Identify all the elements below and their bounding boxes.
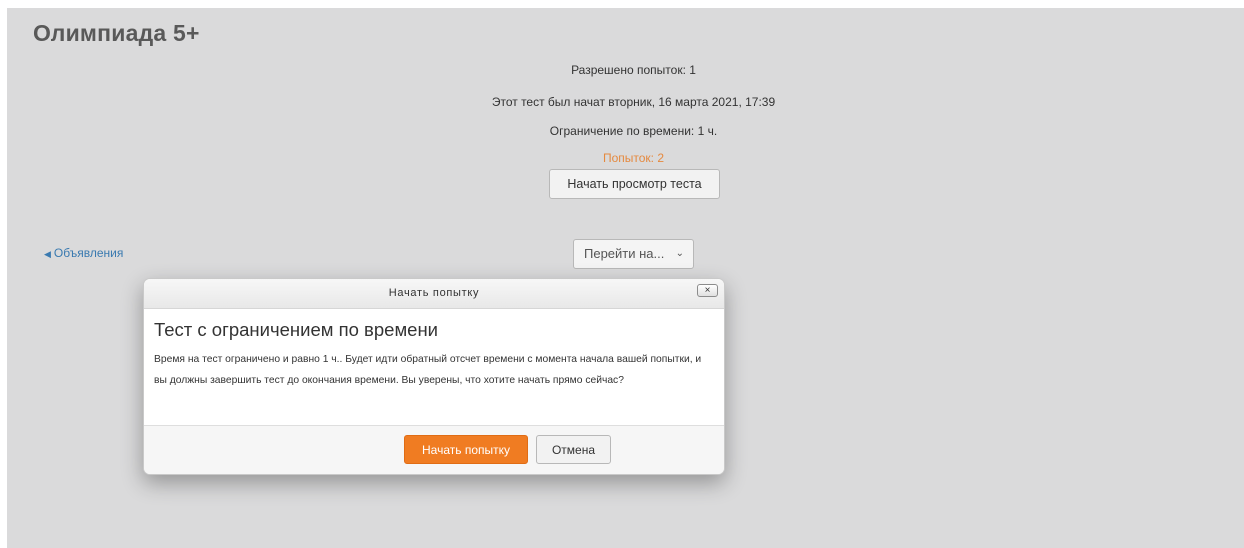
dialog-header-title: Начать попытку: [388, 287, 480, 299]
cancel-button[interactable]: Отмена: [536, 435, 611, 464]
start-attempt-button[interactable]: Начать попытку: [404, 435, 528, 464]
prev-activity-label: Объявления: [53, 246, 124, 260]
jump-to-select[interactable]: Перейти на... ⌄: [573, 239, 694, 269]
chevron-down-icon: ⌄: [675, 248, 684, 259]
page-background: Олимпиада 5+ Разрешено попыток: 1 Этот т…: [7, 8, 1244, 548]
dialog-header: Начать попытку ×: [144, 279, 724, 309]
page-title: Олимпиада 5+: [33, 20, 200, 46]
jump-to-select-value: Перейти на...: [584, 246, 665, 261]
dialog-body-text: Время на тест ограничено и равно 1 ч.. Б…: [154, 354, 702, 386]
dialog-title: Тест с ограничением по времени: [154, 319, 439, 340]
start-preview-button[interactable]: Начать просмотр теста: [549, 169, 720, 199]
dialog-footer: Начать попытку Отмена: [144, 425, 724, 474]
attempts-count-text: Попыток: 2: [602, 151, 665, 165]
time-limit-text: Ограничение по времени: 1 ч.: [549, 124, 718, 138]
attempts-allowed-text: Разрешено попыток: 1: [571, 63, 696, 77]
prev-activity-link[interactable]: ◀ Объявления: [44, 246, 123, 260]
start-attempt-dialog: Начать попытку × Тест с ограничением по …: [143, 278, 725, 475]
left-triangle-icon: ◀: [44, 249, 51, 259]
close-icon[interactable]: ×: [697, 284, 718, 297]
started-at-text: Этот тест был начат вторник, 16 марта 20…: [491, 95, 776, 109]
